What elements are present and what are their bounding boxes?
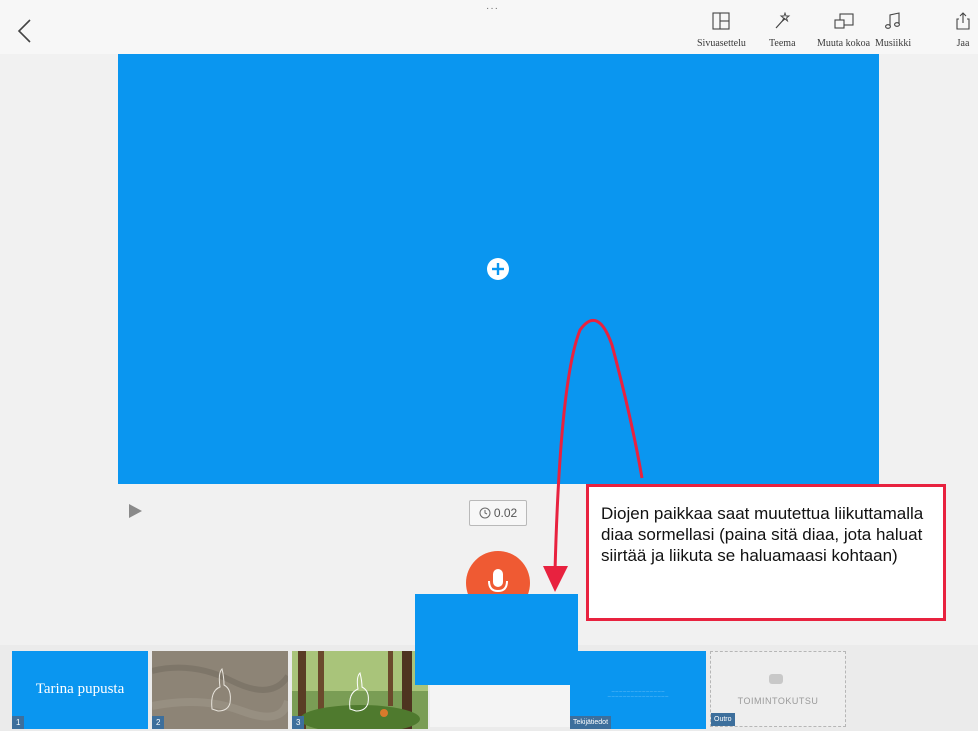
slide-number: 1 [12,716,25,729]
annotation-callout: Diojen paikkaa saat muutettua liikuttama… [586,484,946,621]
slide-thumbnail-credits[interactable]: — — — — — — — — — — — — — — — — — — — — —… [570,651,706,729]
tool-label: Muuta kokoa [817,38,871,49]
forest-rabbit-image [292,651,428,729]
tool-label: Teema [769,38,796,49]
cta-label: TOIMINTOKUTSU [737,696,819,706]
slide-number: 3 [292,716,305,729]
chevron-left-icon [17,19,31,43]
slide-thumbnail-outro[interactable]: TOIMINTOKUTSU Outro [710,651,846,727]
play-button[interactable] [126,502,144,520]
clock-icon [479,507,491,519]
layout-icon [712,12,730,30]
resize-icon [833,13,854,29]
slide-number: Outro [711,713,735,726]
timer-value: 0.02 [493,506,518,520]
slide-thumbnail-2[interactable]: 2 [152,651,288,729]
tool-musiikki[interactable]: Musiikki [875,12,911,51]
slide-thumbnail-1[interactable]: Tarina pupusta 1 [12,651,148,729]
slide-number: Tekijätiedot [570,716,612,729]
top-toolbar: ··· Sivuasettelu Teema Muuta kokoa Musii… [0,0,978,54]
duration-timer[interactable]: 0.02 [469,500,527,526]
tool-sivuasettelu[interactable]: Sivuasettelu [697,12,746,51]
tool-muuta-kokoa[interactable]: Muuta kokoa [817,12,870,51]
plus-circle-icon [487,258,509,280]
tool-label: Musiikki [875,38,912,49]
slide-thumbnail-3[interactable]: 3 [292,651,428,729]
status-dots: ··· [486,3,499,14]
slide-number: 2 [152,716,165,729]
drag-placeholder [430,685,570,727]
slide-title: Tarina pupusta [35,681,125,697]
play-icon [129,504,142,518]
tool-label: Sivuasettelu [697,38,746,49]
rabbit-sketch-image [152,651,288,729]
share-icon [956,12,970,30]
cta-icon [769,674,783,684]
tool-teema[interactable]: Teema [769,12,796,51]
music-note-icon [885,12,901,29]
back-button[interactable] [12,16,38,46]
add-content-button[interactable] [486,257,510,281]
tool-label: Jaa [956,38,970,49]
credits-fine-print: — — — — — — — — — — — — — — — — — — — — —… [607,689,669,698]
magic-wand-icon [775,12,791,29]
dragged-slide[interactable] [415,594,578,685]
tool-jaa[interactable]: Jaa [955,12,971,51]
